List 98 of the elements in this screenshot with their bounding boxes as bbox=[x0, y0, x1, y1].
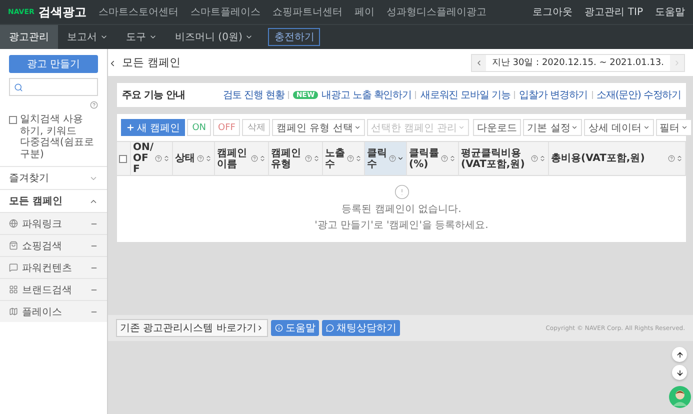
help-icon bbox=[347, 155, 354, 162]
column-header[interactable]: 클릭률(%) bbox=[407, 142, 459, 176]
sort-icon bbox=[313, 155, 320, 162]
sort-icon bbox=[205, 155, 212, 162]
checkbox-label: 일치검색 사용 하기, 키워드 다중검색(쉼표로 구분) bbox=[20, 114, 95, 160]
help-icon bbox=[531, 155, 538, 162]
toolbar-button[interactable]: 기본 설정 bbox=[523, 119, 582, 136]
toolbar-button[interactable]: 필터 bbox=[656, 119, 692, 136]
sidebar-item[interactable]: 파워링크 bbox=[0, 212, 107, 234]
nav-link[interactable]: 광고관리 TIP bbox=[584, 5, 643, 19]
menu-tab[interactable]: 보고서 bbox=[58, 25, 117, 49]
nav-link[interactable]: 페이 bbox=[354, 5, 374, 19]
sidebar-item[interactable]: 파워컨텐츠 bbox=[0, 256, 107, 278]
nav-link[interactable]: 쇼핑파트너센터 bbox=[272, 5, 342, 19]
nav-link[interactable]: 도움말 bbox=[655, 5, 685, 19]
help-icon bbox=[197, 155, 204, 162]
search-field[interactable] bbox=[9, 78, 98, 96]
sort-icon bbox=[676, 155, 683, 162]
footer-button[interactable]: 채팅상담하기 bbox=[322, 320, 400, 336]
chat-icon bbox=[326, 324, 334, 332]
bag-icon bbox=[9, 241, 18, 250]
legacy-link[interactable]: 기존 광고관리시스템 바로가기 bbox=[116, 319, 268, 337]
column-header[interactable]: 노출수 bbox=[323, 142, 365, 176]
sort-icon bbox=[259, 155, 266, 162]
checkbox[interactable] bbox=[9, 116, 17, 124]
column-header[interactable]: 총비용(VAT포함,원) bbox=[549, 142, 686, 176]
caret-icon bbox=[149, 33, 157, 41]
sidebar-section[interactable]: 즐겨찾기 bbox=[0, 166, 107, 189]
column-header[interactable]: ON/OFF bbox=[131, 142, 173, 176]
nav-link[interactable]: 로그아웃 bbox=[532, 5, 573, 19]
page-title: 모든 캠페인 bbox=[122, 55, 180, 70]
sort-icon bbox=[163, 155, 170, 162]
column-header[interactable]: 상태 bbox=[173, 142, 215, 176]
column-header[interactable]: 캠페인 유형 bbox=[269, 142, 323, 176]
map-icon bbox=[9, 307, 18, 316]
help-icon bbox=[155, 155, 162, 162]
help-icon bbox=[251, 155, 258, 162]
alert-icon bbox=[394, 184, 410, 200]
charge-button[interactable]: 충전하기 bbox=[268, 28, 320, 46]
sort-down-icon bbox=[397, 155, 404, 162]
sidebar-item[interactable]: 브랜드검색 bbox=[0, 278, 107, 300]
globe-icon bbox=[9, 219, 18, 228]
column-header[interactable]: 평균클릭비용(VAT포함,원) bbox=[459, 142, 549, 176]
checkbox[interactable] bbox=[119, 154, 127, 162]
footer-button[interactable]: 도움말 bbox=[271, 320, 320, 336]
toolbar-button[interactable]: 다운로드 bbox=[473, 119, 522, 136]
nav-link[interactable]: 성과형디스플레이광고 bbox=[386, 5, 486, 19]
scroll-up-button[interactable] bbox=[672, 347, 687, 362]
chevron-right-icon bbox=[673, 58, 681, 66]
previous-button[interactable] bbox=[472, 54, 486, 70]
help-icon[interactable] bbox=[90, 101, 98, 109]
guide-link[interactable]: 새로워진 모바일 기능 bbox=[420, 88, 510, 102]
dropdown-button[interactable]: 캠페인 유형 선택 bbox=[272, 119, 365, 136]
guide-link[interactable]: 입찰가 변경하기 bbox=[519, 88, 588, 102]
sort-icon bbox=[449, 155, 456, 162]
sidebar-item[interactable]: 플레이스 bbox=[0, 300, 107, 322]
new-campaign-button[interactable]: 새 캠페인 bbox=[121, 119, 186, 136]
chat-avatar-icon[interactable] bbox=[669, 386, 691, 408]
menu-tab[interactable]: 도구 bbox=[117, 25, 166, 49]
sidebar-item[interactable]: 쇼핑검색 bbox=[0, 234, 107, 256]
caret-icon bbox=[642, 124, 650, 131]
plus-icon bbox=[126, 123, 135, 132]
help-icon bbox=[668, 155, 675, 162]
nav-link[interactable]: 스마트스토어센터 bbox=[98, 5, 178, 19]
guide-link[interactable]: 검토 진행 현황 bbox=[222, 88, 284, 102]
caret-icon bbox=[245, 33, 254, 41]
guide-link[interactable]: 소재(문안) 수정하기 bbox=[596, 88, 681, 102]
search-icon bbox=[14, 82, 23, 92]
caret-icon bbox=[571, 124, 578, 131]
grid-icon bbox=[9, 285, 18, 294]
empty-message: 등록된 캠페인이 없습니다. bbox=[342, 203, 462, 216]
toolbar-button[interactable]: 상세 데이터 bbox=[584, 119, 654, 136]
arrow-down-icon bbox=[676, 368, 684, 376]
guide-title: 주요 기능 안내 bbox=[122, 89, 185, 102]
column-header[interactable]: 캠페인 이름 bbox=[215, 142, 269, 176]
collapse-icon[interactable] bbox=[108, 59, 117, 68]
menu-tab[interactable]: 비즈머니 (0원) bbox=[166, 25, 262, 49]
menu-tab[interactable]: 광고관리 bbox=[0, 25, 58, 49]
caret-icon bbox=[680, 124, 688, 131]
date-range: 지난 30일 : 2020.12.15. ~ 2021.01.13. bbox=[490, 57, 665, 69]
scroll-down-button[interactable] bbox=[672, 365, 687, 380]
info-icon bbox=[275, 324, 284, 332]
app-title: 검색광고 bbox=[38, 4, 86, 20]
help-icon bbox=[305, 155, 312, 162]
caret-icon bbox=[458, 124, 466, 131]
caret-icon bbox=[100, 33, 108, 41]
guide-link[interactable]: 내광고 노출 확인하기 bbox=[322, 88, 412, 102]
help-icon bbox=[389, 155, 396, 162]
help-icon bbox=[441, 155, 448, 162]
create-ad-button[interactable]: 광고 만들기 bbox=[9, 55, 98, 73]
sort-icon bbox=[539, 155, 546, 162]
sort-icon bbox=[355, 155, 362, 162]
arrow-up-icon bbox=[676, 350, 684, 358]
nav-link[interactable]: 스마트플레이스 bbox=[190, 5, 260, 19]
column-header[interactable]: 클릭수 bbox=[365, 142, 407, 176]
empty-message: '광고 만들기'로 '캠페인'을 등록하세요. bbox=[314, 219, 488, 232]
caret-icon bbox=[354, 124, 361, 131]
speech-bubble-icon bbox=[9, 263, 18, 272]
